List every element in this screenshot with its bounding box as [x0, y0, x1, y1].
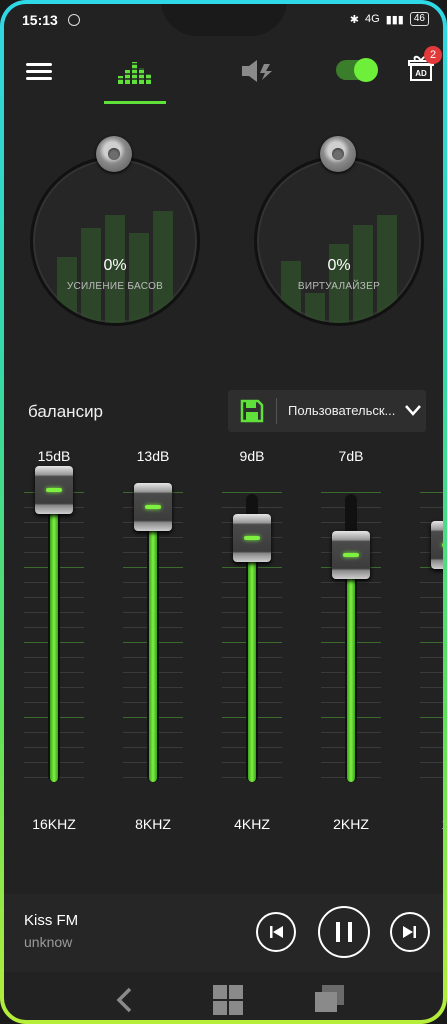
bass-value: 0% — [103, 257, 127, 274]
notification-icon — [68, 14, 80, 26]
status-time: 15:13 — [22, 12, 58, 28]
next-button[interactable] — [390, 912, 430, 952]
virtualizer-value: 0% — [327, 257, 351, 274]
band-gain-label: 15dB — [37, 448, 71, 464]
band-slider-thumb[interactable] — [134, 482, 172, 531]
pause-button[interactable] — [318, 906, 370, 958]
previous-button[interactable] — [256, 912, 296, 952]
bass-knob-handle[interactable] — [96, 136, 132, 172]
band-frequency-label: 1K — [410, 816, 443, 832]
band-level-fill — [248, 538, 256, 782]
band-level-fill — [347, 554, 355, 782]
active-tab-indicator — [104, 101, 166, 104]
band-frequency-label: 8KHZ — [135, 816, 171, 832]
next-icon — [403, 926, 416, 938]
equalizer-sliders: 15dB 16KHZ 13dB 8KHZ 9dB 4KHZ 7dB 2KHZ 8 1K — [4, 444, 443, 844]
svg-text:AD: AD — [415, 69, 427, 78]
station-name: Kiss FM — [24, 912, 79, 929]
bass-visual-bars — [33, 159, 197, 323]
virtualizer-dial: 0% ВИРТУАЛАЙЗЕР — [254, 156, 424, 326]
battery-icon: 46 — [409, 12, 429, 26]
power-toggle[interactable] — [336, 58, 378, 82]
eq-band: 9dB 4KHZ — [212, 444, 292, 844]
band-gain-label: 7dB — [338, 448, 364, 464]
signal-icon: ▮▮▮ — [385, 13, 404, 26]
virtualizer-visual-bars — [257, 159, 421, 323]
eq-band: 15dB 16KHZ — [14, 444, 94, 844]
bluetooth-icon: ✱ — [349, 13, 360, 26]
band-slider-thumb[interactable] — [332, 530, 370, 579]
band-frequency-label: 16KHZ — [32, 816, 76, 832]
previous-icon — [270, 926, 283, 938]
app-frame: 15:13 ✱ 4G ▮▮▮ 46 AD 2 0% УСИЛЕНИЕ БАСОВ… — [0, 0, 447, 1024]
band-gain-label: 13dB — [136, 448, 170, 464]
menu-icon[interactable] — [26, 60, 52, 82]
band-slider-thumb[interactable] — [35, 466, 73, 514]
network-label: 4G — [365, 13, 380, 25]
status-right: ✱ 4G ▮▮▮ 46 — [350, 12, 429, 26]
eq-band: 8 1K — [410, 444, 443, 844]
band-slider-thumb[interactable] — [431, 521, 443, 570]
status-bar: 15:13 ✱ 4G ▮▮▮ 46 — [22, 10, 429, 32]
band-slider-thumb[interactable] — [233, 514, 271, 562]
bass-dial: 0% УСИЛЕНИЕ БАСОВ — [30, 156, 200, 326]
recent-apps-icon[interactable] — [314, 984, 346, 1014]
pause-icon — [336, 922, 352, 942]
band-frequency-label: 2KHZ — [333, 816, 369, 832]
preset-name: Пользовательск... — [288, 403, 396, 418]
mini-player: Kiss FM unknow — [4, 894, 443, 972]
band-level-fill — [149, 506, 157, 782]
eq-band: 13dB 8KHZ — [113, 444, 193, 844]
band-gain-label: 9dB — [239, 448, 265, 464]
toggle-knob — [354, 58, 378, 82]
equalizer-icon — [118, 62, 152, 84]
eq-band: 7dB 2KHZ — [311, 444, 391, 844]
band-gain-label: 8 — [410, 448, 443, 464]
chevron-down-icon[interactable] — [404, 402, 422, 418]
virtualizer-knob-handle[interactable] — [320, 136, 356, 172]
bass-label: УСИЛЕНИЕ БАСОВ — [66, 281, 164, 292]
band-frequency-label: 4KHZ — [234, 816, 270, 832]
back-icon[interactable] — [112, 986, 138, 1014]
top-nav: AD 2 — [4, 46, 443, 106]
band-level-fill — [50, 490, 58, 782]
artist-name: unknow — [24, 934, 73, 950]
gift-badge: 2 — [424, 46, 442, 64]
tab-sound-effects[interactable] — [240, 58, 280, 86]
preset-divider — [276, 398, 277, 424]
balance-title: балансир — [28, 402, 104, 421]
system-nav-bar — [4, 972, 443, 1020]
virtualizer-knob[interactable]: 0% ВИРТУАЛАЙЗЕР — [250, 136, 430, 336]
bass-boost-knob[interactable]: 0% УСИЛЕНИЕ БАСОВ — [26, 136, 206, 336]
tab-equalizer[interactable] — [104, 50, 166, 104]
speaker-icon — [242, 60, 272, 82]
virtualizer-label: ВИРТУАЛАЙЗЕР — [297, 281, 381, 292]
preset-selector[interactable]: Пользовательск... — [228, 390, 426, 432]
save-icon[interactable] — [240, 399, 264, 423]
home-icon[interactable] — [212, 984, 244, 1016]
